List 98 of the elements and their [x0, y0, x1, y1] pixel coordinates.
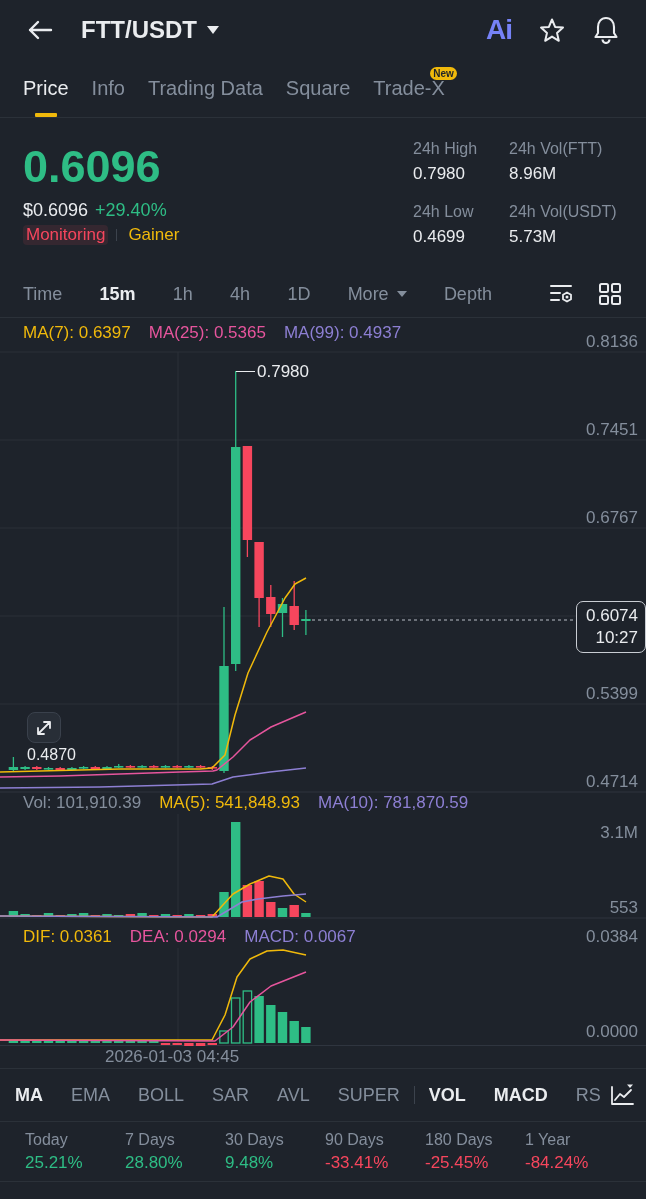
indicator-tab[interactable]: RS	[575, 1083, 601, 1107]
stat-value: 0.4699	[413, 226, 466, 248]
interval-tab[interactable]: 15m	[99, 281, 136, 306]
indicator-tab[interactable]: AVL	[277, 1083, 310, 1107]
tab[interactable]: Price	[23, 60, 69, 117]
indicator-value: DIF: 0.0361	[23, 928, 112, 946]
stat-label: 24h High	[413, 139, 479, 159]
list-settings-icon[interactable]	[550, 283, 573, 304]
bell-icon[interactable]	[592, 16, 620, 44]
indicator-tab[interactable]: MA	[15, 1083, 43, 1107]
candlestick	[301, 609, 311, 636]
candle-countdown: 10:27	[595, 627, 638, 649]
period-return: 25.21%	[25, 1153, 84, 1173]
status-tag: Gainer	[125, 225, 183, 245]
caret-icon	[396, 290, 407, 297]
stat-label: 24h Vol(FTT)	[509, 139, 604, 159]
axis-label: 0.8136	[586, 333, 638, 351]
candlestick	[289, 580, 299, 631]
indicator-tab[interactable]: BOLL	[138, 1083, 185, 1107]
grid-icon[interactable]	[599, 282, 621, 305]
period-label: 90 Days	[325, 1130, 385, 1150]
volume-bar	[301, 913, 311, 917]
period-label: 1 Year	[525, 1130, 572, 1150]
axis-label: 0.0000	[586, 1023, 638, 1041]
period-label: Today	[25, 1130, 69, 1150]
period-return: -33.41%	[325, 1153, 390, 1173]
stat-label: 24h Vol(USDT)	[509, 202, 618, 222]
time-label: 2026-01-03 04:45	[105, 1048, 240, 1066]
axis-label: 0.7451	[586, 421, 638, 439]
pair-selector[interactable]: FTT/USDT	[81, 15, 219, 45]
axis-label: 0.0384	[586, 928, 638, 946]
indicator-tab[interactable]: SUPER	[337, 1083, 400, 1107]
low-price-label: 0.4870	[27, 747, 76, 763]
back-arrow-icon[interactable]	[27, 19, 53, 41]
last-price: 0.6096	[23, 142, 162, 192]
indicator-value: MA(7): 0.6397	[23, 324, 131, 342]
macd-bar	[289, 1021, 299, 1043]
volume-bar	[219, 892, 229, 917]
macd-bar	[277, 1012, 288, 1043]
axis-label: 0.4714	[586, 773, 638, 791]
expand-button[interactable]	[27, 712, 61, 743]
candlestick	[277, 597, 288, 638]
period-label: 30 Days	[225, 1130, 285, 1150]
indicator-value: MA(99): 0.4937	[283, 324, 402, 342]
tab[interactable]: Trading Data	[147, 60, 263, 117]
star-icon[interactable]	[539, 17, 565, 43]
caret-icon	[207, 26, 219, 34]
axis-label: 3.1M	[600, 824, 638, 842]
ai-button[interactable]: Ai	[486, 15, 512, 45]
line-chart-icon[interactable]	[610, 1084, 634, 1106]
interval-tab[interactable]: 4h	[230, 281, 251, 306]
indicator-value: MA(5): 541,848.93	[159, 794, 300, 812]
indicator-tab[interactable]: SAR	[212, 1083, 250, 1107]
axis-label: 0.6767	[586, 509, 638, 527]
period-return: 28.80%	[125, 1153, 184, 1173]
tab[interactable]: Info	[91, 60, 125, 117]
interval-tab[interactable]: Depth	[443, 281, 492, 306]
stat-label: 24h Low	[413, 202, 475, 222]
interval-tab[interactable]: 1D	[287, 281, 311, 306]
status-tag: Monitoring	[26, 225, 106, 245]
period-return: 9.48%	[225, 1153, 275, 1173]
usd-price: $0.6096	[23, 199, 89, 221]
high-price-label: 0.7980	[257, 363, 309, 381]
stat-value: 8.96M	[509, 163, 558, 185]
new-badge: New	[430, 67, 457, 80]
indicator-value: MA(10): 781,870.59	[318, 794, 469, 812]
high-leader-line	[235, 371, 256, 372]
volume-bar	[254, 881, 264, 917]
last-price-value: 0.6074	[586, 605, 638, 627]
indicator-tab[interactable]: VOL	[428, 1083, 466, 1107]
macd-bar	[266, 1005, 276, 1043]
period-label: 7 Days	[125, 1130, 176, 1150]
macd-bar	[242, 990, 253, 1044]
indicator-value: Vol: 101,910.39	[23, 794, 142, 812]
axis-label: 553	[609, 899, 638, 917]
indicator-tab[interactable]: MACD	[493, 1083, 548, 1107]
stat-value: 5.73M	[509, 226, 558, 248]
interval-tab[interactable]: More	[347, 281, 407, 306]
candlestick	[102, 765, 112, 771]
price-change: +29.40%	[95, 199, 167, 221]
indicator-value: MACD: 0.0067	[244, 928, 356, 946]
axis-label: 0.5399	[586, 685, 638, 703]
period-label: 180 Days	[425, 1130, 494, 1150]
tab[interactable]: Trade-X New	[373, 60, 457, 117]
volume-bar	[289, 905, 299, 917]
volume-bar	[102, 914, 112, 917]
indicator-tab[interactable]: EMA	[71, 1083, 110, 1107]
period-return: -84.24%	[525, 1153, 590, 1173]
indicator-value: MA(25): 0.5365	[148, 324, 266, 342]
stat-value: 0.7980	[413, 163, 466, 185]
interval-tab[interactable]: 1h	[172, 281, 193, 306]
interval-tab[interactable]: Time	[23, 281, 63, 306]
macd-bar	[301, 1027, 311, 1043]
expand-icon	[35, 718, 53, 737]
tab[interactable]: Square	[285, 60, 351, 117]
indicator-value: DEA: 0.0294	[129, 928, 227, 946]
period-return: -25.45%	[425, 1153, 490, 1173]
macd-bar	[254, 996, 264, 1043]
